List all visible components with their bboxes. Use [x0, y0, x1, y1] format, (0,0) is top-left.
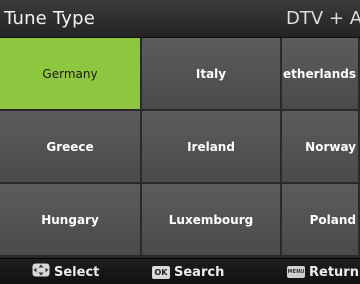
country-cell-hungary[interactable]: Hungary [0, 184, 142, 257]
country-grid: Germany Italy Netherlands Greece Ireland… [0, 38, 360, 258]
tune-mode-label: DTV + ATV [286, 8, 360, 29]
page-title: Tune Type [4, 8, 96, 29]
select-hint: Select [32, 263, 100, 281]
footer-hints: Select OK Search MENU Return [0, 258, 360, 284]
country-cell-italy[interactable]: Italy [142, 38, 282, 111]
search-hint-label: Search [174, 264, 225, 280]
country-cell-netherlands[interactable]: Netherlands [282, 38, 360, 111]
country-cell-germany[interactable]: Germany [0, 38, 142, 111]
return-hint-label: Return [309, 264, 359, 280]
search-hint: OK Search [152, 264, 224, 280]
country-cell-norway[interactable]: Norway [282, 111, 360, 184]
tune-type-screen: Tune Type DTV + ATV Germany Italy Nether… [0, 0, 360, 284]
country-cell-luxembourg[interactable]: Luxembourg [142, 184, 282, 257]
header-bar: Tune Type DTV + ATV [0, 0, 360, 38]
return-hint: MENU Return [287, 264, 359, 280]
country-cell-greece[interactable]: Greece [0, 111, 142, 184]
ok-key-icon: OK [152, 265, 170, 279]
country-cell-ireland[interactable]: Ireland [142, 111, 282, 184]
select-hint-label: Select [54, 264, 100, 280]
country-cell-poland[interactable]: Poland [282, 184, 360, 257]
arrow-pad-icon [32, 263, 50, 281]
menu-key-icon: MENU [287, 266, 305, 278]
